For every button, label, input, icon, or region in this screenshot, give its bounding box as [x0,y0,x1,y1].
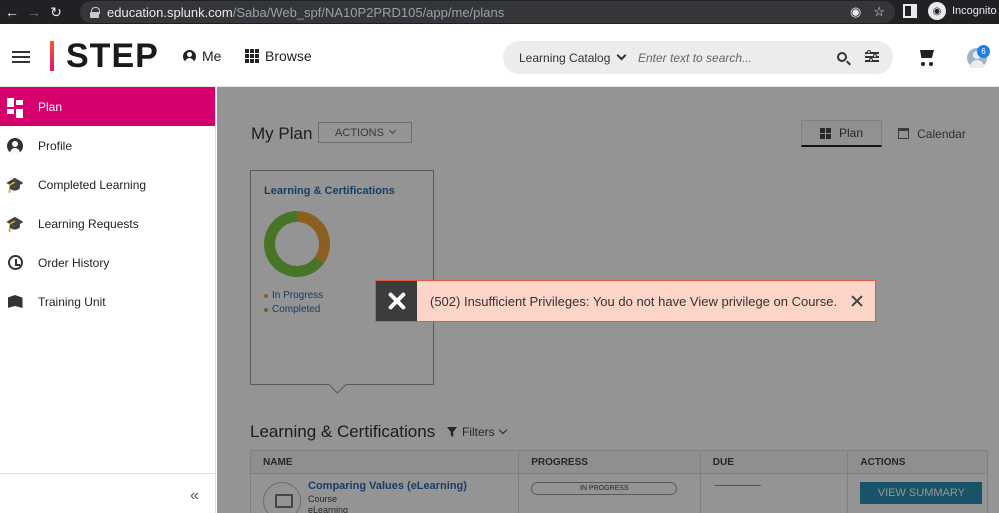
collapse-sidebar-icon[interactable]: « [190,487,199,505]
eye-off-icon[interactable]: ◉ [850,4,861,20]
account-circle-icon [7,137,23,154]
book-icon [7,295,23,308]
browse-link[interactable]: Browse [245,48,312,64]
graduation-cap-clock-icon: 🎓 [5,215,25,233]
address-bar[interactable]: education.splunk.com/Saba/Web_spf/NA10P2… [80,1,895,23]
person-icon [183,49,196,63]
reload-icon[interactable]: ↻ [46,2,66,22]
step-logo[interactable]: STEP [50,37,159,75]
browser-toolbar: ← → ↻ education.splunk.com/Saba/Web_spf/… [0,0,999,24]
menu-icon[interactable] [12,51,30,63]
error-message: (502) Insufficient Privileges: You do no… [430,293,838,309]
sidebar-item-completed-learning[interactable]: 🎓 Completed Learning [0,165,215,204]
divider [0,473,215,474]
star-icon[interactable]: ☆ [873,4,885,20]
app-header: STEP Me Browse Learning Catalog 6 [0,24,999,87]
sidebar-item-training-unit[interactable]: Training Unit [0,282,215,321]
side-panel-icon[interactable] [903,4,917,18]
filter-settings-icon[interactable] [865,50,879,63]
apps-grid-icon [245,49,259,63]
chevron-down-icon [616,50,627,61]
search-bar: Learning Catalog [503,41,893,74]
close-icon[interactable] [850,294,864,308]
incognito-icon: ◉ [928,2,946,20]
graduation-cap-icon: 🎓 [5,176,25,194]
sidebar-item-profile[interactable]: Profile [0,126,215,165]
error-toast: (502) Insufficient Privileges: You do no… [375,280,876,322]
search-input[interactable] [638,50,828,65]
forward-arrow-icon[interactable]: → [24,2,44,22]
search-icon[interactable] [837,52,847,62]
catalog-dropdown[interactable]: Learning Catalog [503,51,628,65]
incognito-indicator[interactable]: ◉ Incognito [928,2,997,20]
sidebar-item-order-history[interactable]: Order History [0,243,215,282]
sidebar: Plan Profile 🎓 Completed Learning 🎓 Lear… [0,87,216,513]
url-text: education.splunk.com/Saba/Web_spf/NA10P2… [107,4,505,20]
me-link[interactable]: Me [183,48,221,64]
notification-badge: 6 [977,45,990,58]
dashboard-icon [6,97,24,118]
lock-icon [90,6,100,18]
wrench-icon [386,290,408,312]
back-arrow-icon[interactable]: ← [2,2,22,22]
sidebar-item-plan[interactable]: Plan [0,87,215,126]
sidebar-item-learning-requests[interactable]: 🎓 Learning Requests [0,204,215,243]
history-icon [7,255,23,270]
cart-icon[interactable] [918,50,935,66]
